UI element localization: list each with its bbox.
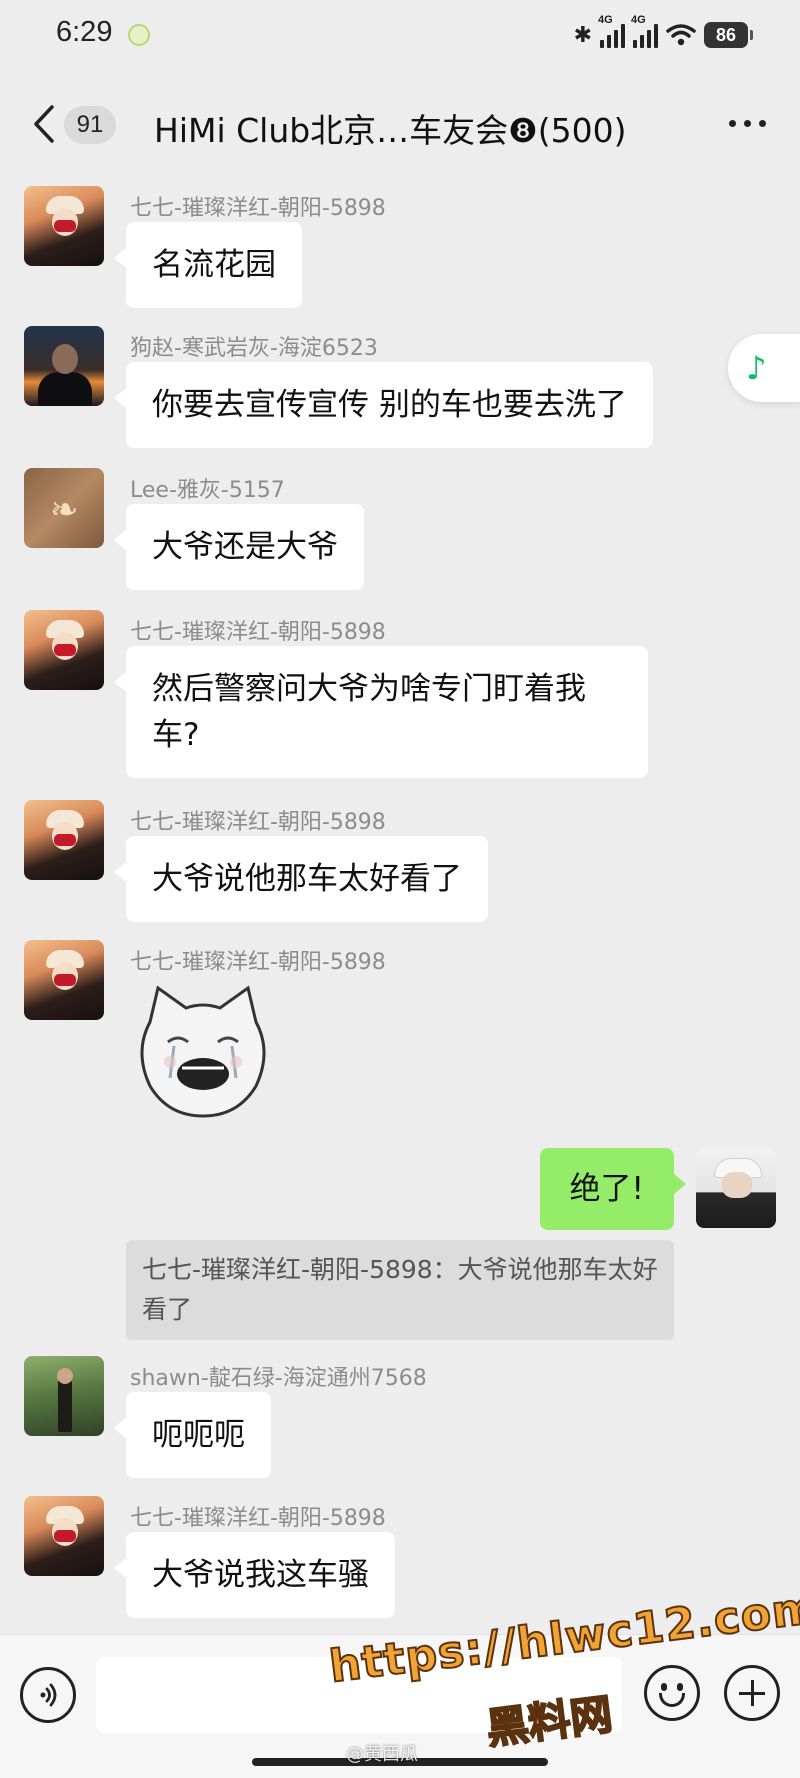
dot-icon <box>744 120 751 127</box>
sender-name: Lee-雅灰-5157 <box>130 478 285 503</box>
message-bubble[interactable]: 呃呃呃 <box>114 1392 271 1478</box>
quoted-message[interactable]: 七七-璀璨洋红-朝阳-5898：大爷说他那车太好看了 <box>126 1240 674 1340</box>
avatar[interactable] <box>24 326 104 406</box>
watermark-weibo: @黄西瓜 <box>346 1744 418 1765</box>
avatar[interactable] <box>24 1496 104 1576</box>
sender-name: 七七-璀璨洋红-朝阳-5898 <box>130 810 386 835</box>
sender-name: 狗赵-寒武岩灰-海淀6523 <box>130 336 378 361</box>
network-type-label-2: 4G <box>631 14 646 26</box>
logo-icon: ❧ <box>50 490 79 530</box>
avatar[interactable] <box>24 1356 104 1436</box>
wechat-notification-icon <box>128 24 150 46</box>
sender-name: shawn-靛石绿-海淀通州7568 <box>130 1366 427 1391</box>
avatar[interactable] <box>24 610 104 690</box>
more-options-button[interactable] <box>729 120 766 127</box>
avatar[interactable] <box>24 186 104 266</box>
sender-name: 七七-璀璨洋红-朝阳-5898 <box>130 196 386 221</box>
message-bubble[interactable]: 大爷说他那车太好看了 <box>114 836 488 922</box>
self-avatar[interactable] <box>696 1148 776 1228</box>
sender-name: 七七-璀璨洋红-朝阳-5898 <box>130 950 386 975</box>
message-bubble[interactable]: 大爷说我这车骚 <box>114 1532 395 1618</box>
chat-header: 91 HiMi Club北京…车友会❽(500) <box>0 82 800 168</box>
cellular-signal-icon: 4G <box>598 14 625 48</box>
network-type-label: 4G <box>598 14 613 26</box>
battery-indicator: 86 <box>704 22 753 48</box>
chat-message-list[interactable]: 七七-璀璨洋红-朝阳-5898 名流花园 狗赵-寒武岩灰-海淀6523 你要去宣… <box>0 168 800 1634</box>
chevron-left-icon <box>34 105 54 143</box>
cellular-signal-icon-2: 4G <box>631 14 658 48</box>
status-time: 6:29 <box>56 16 113 48</box>
status-bar: 6:29 ✱ 4G 4G 86 <box>0 0 800 70</box>
message-bubble[interactable]: 然后警察问大爷为啥专门盯着我车? <box>114 646 648 778</box>
music-note-icon: ♪ <box>746 349 767 387</box>
status-icons: ✱ 4G 4G 86 <box>573 14 753 52</box>
avatar[interactable] <box>24 800 104 880</box>
crying-cat-sticker[interactable] <box>128 982 278 1122</box>
floating-music-widget[interactable]: ♪ <box>728 334 800 402</box>
dot-icon <box>759 120 766 127</box>
self-message-bubble[interactable]: 绝了! <box>539 1148 687 1230</box>
wifi-icon <box>666 24 696 46</box>
more-actions-button[interactable] <box>724 1665 780 1721</box>
dot-icon <box>729 120 736 127</box>
message-bubble[interactable]: 你要去宣传宣传 别的车也要去洗了 <box>114 362 653 448</box>
voice-input-button[interactable] <box>20 1667 76 1723</box>
avatar[interactable]: ❧ <box>24 468 104 548</box>
message-bubble[interactable]: 名流花园 <box>114 222 302 308</box>
unread-count-badge[interactable]: 91 <box>64 106 116 144</box>
chat-title[interactable]: HiMi Club北京…车友会❽(500) <box>154 104 627 152</box>
sender-name: 七七-璀璨洋红-朝阳-5898 <box>130 1506 386 1531</box>
emoji-button[interactable] <box>644 1665 700 1721</box>
avatar[interactable] <box>24 940 104 1020</box>
back-button[interactable] <box>28 102 60 146</box>
voice-icon <box>40 1683 57 1707</box>
bluetooth-icon: ✱ <box>573 22 592 48</box>
message-bubble[interactable]: 大爷还是大爷 <box>114 504 364 590</box>
sender-name: 七七-璀璨洋红-朝阳-5898 <box>130 620 386 645</box>
